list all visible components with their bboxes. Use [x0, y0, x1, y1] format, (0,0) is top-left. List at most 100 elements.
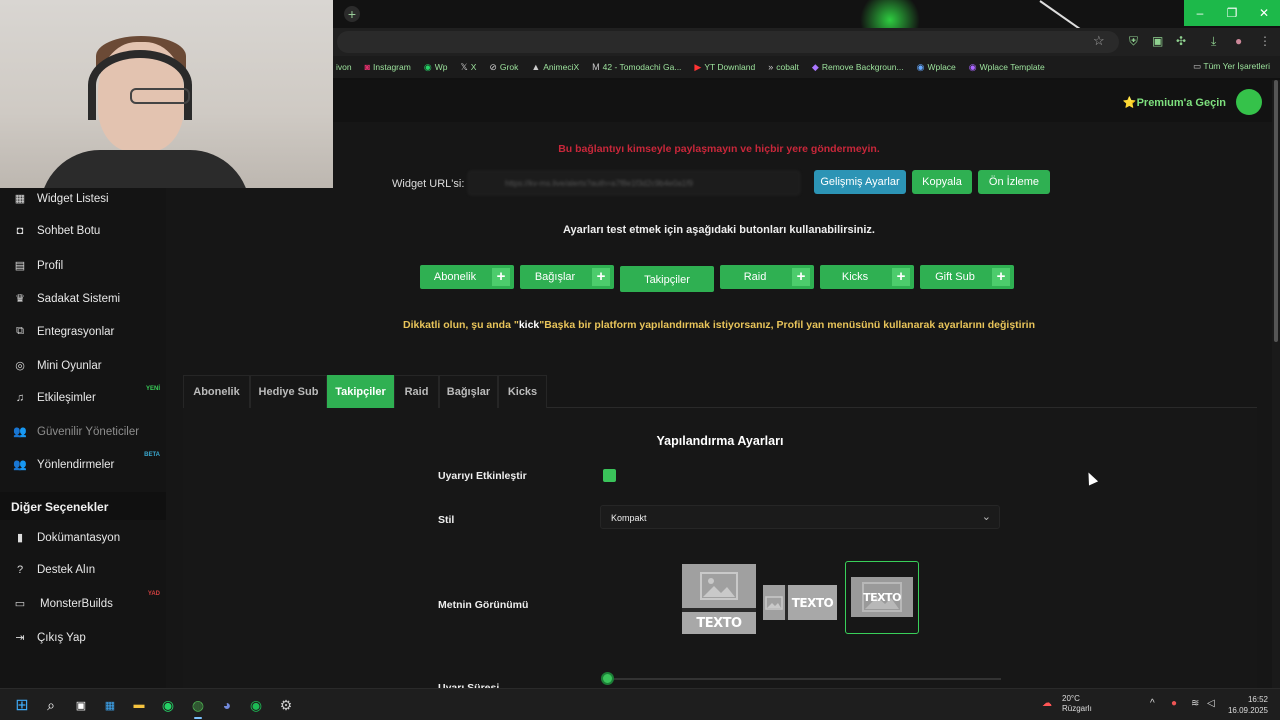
clock[interactable]: 16:52 16.09.2025 [1228, 694, 1268, 716]
sidebar-item-mini-games[interactable]: ◎ Mini Oyunlar [12, 359, 101, 373]
test-gift-sub-button[interactable]: Gift Sub + [920, 265, 1014, 289]
spotify-icon[interactable]: ◉ [246, 695, 266, 715]
config-panel: Yapılandırma Ayarları Uyarıyı Etkinleşti… [183, 408, 1257, 688]
tab-subscription[interactable]: Abonelik [183, 375, 250, 408]
volume-icon[interactable]: ◁ [1207, 698, 1215, 709]
plus-icon: + [992, 268, 1010, 286]
sidebar-item-redirects[interactable]: 👥 Yönlendirmeler BETA [12, 452, 160, 471]
whatsapp-icon: ◉ [423, 61, 432, 72]
sidebar-item-loyalty[interactable]: ♛ Sadakat Sistemi [12, 292, 120, 306]
sidebar-item-widget-list[interactable]: ▦ Widget Listesi [12, 192, 109, 206]
bookmark-item[interactable]: 𝕏X [460, 62, 476, 73]
test-raid-button[interactable]: Raid + [720, 265, 814, 289]
search-icon[interactable]: ⌕ [41, 695, 61, 715]
profile-avatar-icon[interactable]: ● [1235, 34, 1242, 48]
bookmark-item[interactable]: M 42 - Tomodachi Ga... [592, 62, 681, 72]
sidebar-item-trusted-moderators[interactable]: 👥 Güvenilir Yöneticiler [12, 425, 139, 439]
tab-donations[interactable]: Bağışlar [439, 375, 498, 408]
sidebar-item-chatbot[interactable]: ◘ Sohbet Botu [12, 225, 101, 237]
style-select[interactable]: Kompakt ⌄ [600, 505, 1000, 529]
tab-followers[interactable]: Takipçiler [327, 375, 394, 408]
premium-link[interactable]: ⭐Premium'a Geçin [1123, 96, 1226, 109]
address-bar[interactable] [337, 31, 1119, 53]
folder-icon: ▭ [1193, 61, 1204, 71]
chrome-icon[interactable]: ◍ [188, 695, 208, 715]
sidebar-item-monsterbuilds[interactable]: ▭ MonsterBuilds YAD [12, 591, 160, 610]
image-placeholder-icon [682, 564, 756, 608]
x-icon: 𝕏 [460, 61, 468, 72]
tab-kicks[interactable]: Kicks [498, 375, 547, 408]
extensions-puzzle-icon[interactable]: ✣ [1176, 34, 1186, 48]
microphone-icon[interactable]: ● [1171, 698, 1177, 709]
weather-icon[interactable]: ☁ [1042, 698, 1052, 709]
text-view-option-stacked[interactable]: TEXTO [682, 564, 756, 634]
browser-menu-icon[interactable]: ⋮ [1259, 34, 1271, 48]
close-icon[interactable]: ✕ [1248, 0, 1280, 26]
avatar[interactable] [1236, 89, 1262, 115]
weather-widget[interactable]: 20°C Rüzgarlı [1062, 694, 1092, 714]
test-subscription-button[interactable]: Abonelik + [420, 265, 514, 289]
gmail-icon: M [592, 62, 600, 72]
download-icon[interactable]: ⤓ [1211, 34, 1216, 49]
bookmark-item[interactable]: ⊘ Grok [489, 62, 518, 73]
sidebar-item-support[interactable]: ? Destek Alın [12, 564, 95, 576]
wplace-icon: ◉ [916, 61, 925, 72]
text-view-option-overlay[interactable]: TEXTO [845, 561, 919, 634]
task-view-icon[interactable]: ▣ [71, 695, 91, 715]
widgets-icon[interactable]: ▦ [100, 695, 120, 715]
status-badge: BETA [144, 452, 160, 458]
bookmark-item[interactable]: ▲ AnimeciX [531, 62, 579, 72]
bookmark-item[interactable]: ivon [333, 62, 352, 72]
bookmark-item[interactable]: ◆ Remove Backgroun... [812, 62, 904, 73]
sidebar-item-documentation[interactable]: ▮ Dokümantasyon [12, 531, 120, 545]
new-tab-icon[interactable]: + [344, 6, 360, 22]
copy-button[interactable]: Kopyala [912, 170, 972, 194]
enable-alert-checkbox[interactable] [603, 469, 616, 482]
text-view-option-inline[interactable]: TEXTO [763, 585, 837, 620]
bookmarks-bar: ivon ◙ Instagram ◉ Wp 𝕏X ⊘ Grok ▲ AnimeciX M… [333, 56, 1280, 78]
cobalt-icon: » [768, 62, 774, 72]
preview-button[interactable]: Ön İzleme [978, 170, 1050, 194]
instagram-icon: ◙ [364, 62, 371, 72]
sidebar-item-profile[interactable]: ▤ Profil [12, 259, 63, 273]
sidebar-item-interactions[interactable]: ♫ Etkileşimler YENİ [12, 386, 160, 404]
duration-slider-thumb[interactable] [601, 672, 614, 685]
file-explorer-icon[interactable]: ▬ [129, 695, 149, 715]
bookmark-item[interactable]: ◉ Wplace [917, 62, 956, 73]
test-followers-button[interactable]: Takipçiler [620, 266, 714, 292]
test-kicks-button[interactable]: Kicks + [820, 265, 914, 289]
duration-slider-track[interactable] [603, 678, 1001, 680]
extension-screen-icon[interactable]: ▣ [1152, 34, 1163, 48]
bookmark-item[interactable]: ◉ Wplace Template [969, 62, 1045, 73]
chevron-up-icon[interactable]: ^ [1150, 698, 1155, 709]
bookmark-star-icon[interactable]: ☆ [1093, 33, 1105, 49]
advanced-settings-button[interactable]: Gelişmiş Ayarlar [814, 170, 906, 194]
bookmark-item[interactable]: ◉ Wp [424, 62, 448, 73]
all-bookmarks-folder[interactable]: ▭ Tüm Yer İşaretleri [1193, 61, 1270, 72]
sidebar-item-logout[interactable]: ⇥ Çıkış Yap [12, 631, 85, 645]
sidebar-item-integrations[interactable]: ⧉ Entegrasyonlar [12, 325, 114, 338]
tab-gift-sub[interactable]: Hediye Sub [250, 375, 327, 408]
app-notification-icon[interactable]: ⚙ [276, 695, 296, 715]
bookmark-item[interactable]: ◙ Instagram [365, 62, 411, 72]
bookmark-item[interactable]: ▶ YT Downland [694, 62, 755, 73]
wplace-template-icon: ◉ [968, 61, 977, 72]
windows-start-icon[interactable]: ⊞ [12, 695, 32, 715]
bookmark-item[interactable]: » cobalt [768, 62, 799, 72]
minimize-icon[interactable]: – [1184, 0, 1216, 26]
tab-raid[interactable]: Raid [394, 375, 439, 408]
remove-bg-icon: ◆ [811, 61, 819, 72]
wifi-icon[interactable]: ≋ [1191, 698, 1199, 709]
extension-shield-icon[interactable]: ⛨ [1129, 34, 1138, 49]
status-badge: YENİ [145, 386, 160, 392]
whatsapp-icon[interactable]: ◉ [158, 695, 178, 715]
chevron-down-icon: ⌄ [981, 511, 991, 523]
test-instructions: Ayarları test etmek için aşağıdaki buton… [563, 224, 875, 236]
discord-icon[interactable]: ◕ [217, 695, 237, 715]
alert-type-tabs: Abonelik Hediye Sub Takipçiler Raid Bağı… [183, 375, 1257, 408]
page-scrollbar[interactable] [1272, 80, 1280, 688]
test-donations-button[interactable]: Bağışlar + [520, 265, 614, 289]
maximize-icon[interactable]: ❐ [1216, 0, 1248, 26]
text-view-label: Metnin Görünümü [438, 599, 529, 611]
widget-url-field[interactable]: https://kv-ms.live/alerts?auth=a7f8e1f3d… [468, 171, 800, 195]
